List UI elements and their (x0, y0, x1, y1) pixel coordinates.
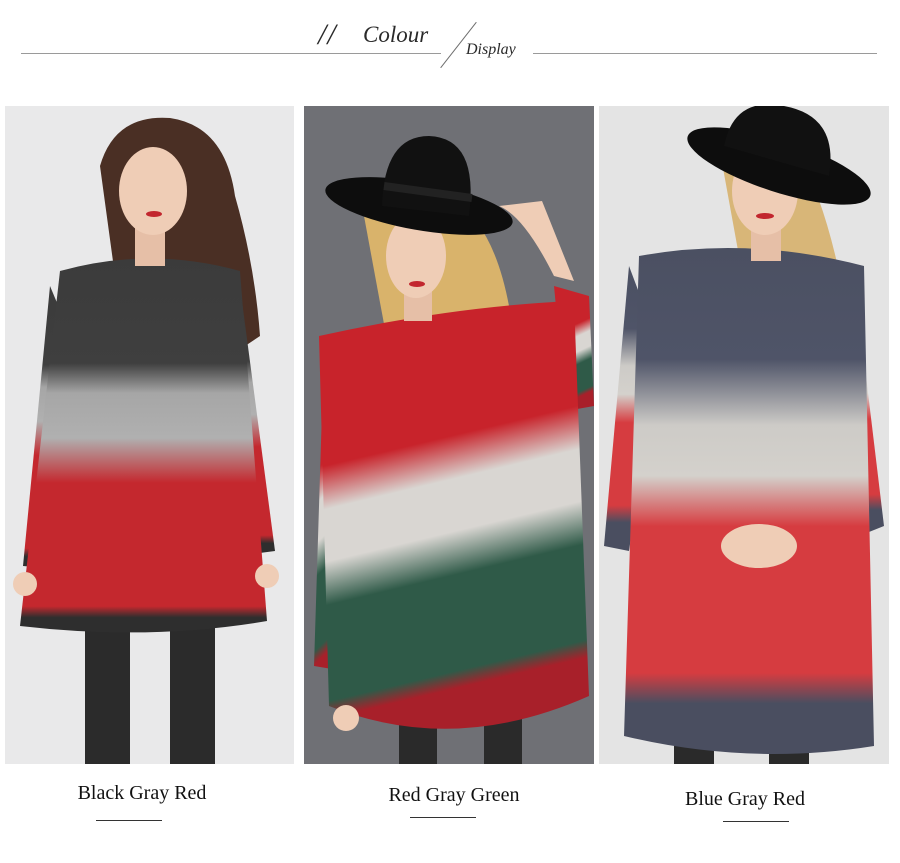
caption-underline (96, 820, 162, 821)
section-subtitle: Display (466, 41, 516, 58)
section-title: Colour (363, 22, 429, 47)
product-photo-red-gray-green[interactable] (304, 106, 594, 764)
product-photo-blue-gray-red[interactable] (599, 106, 889, 764)
variant-caption-blue-gray-red: Blue Gray Red (685, 788, 805, 810)
model-illustration (13, 117, 279, 764)
product-photo-black-gray-red[interactable] (5, 106, 294, 764)
header-rule-right (533, 53, 877, 54)
variant-caption-red-gray-green: Red Gray Green (388, 784, 520, 806)
header-marks: // (318, 18, 337, 51)
header-rule-left (21, 53, 441, 54)
model-illustration (304, 106, 594, 764)
caption-underline (410, 817, 476, 818)
caption-underline (723, 821, 789, 822)
variant-caption-black-gray-red: Black Gray Red (77, 782, 207, 804)
model-illustration (604, 106, 884, 764)
